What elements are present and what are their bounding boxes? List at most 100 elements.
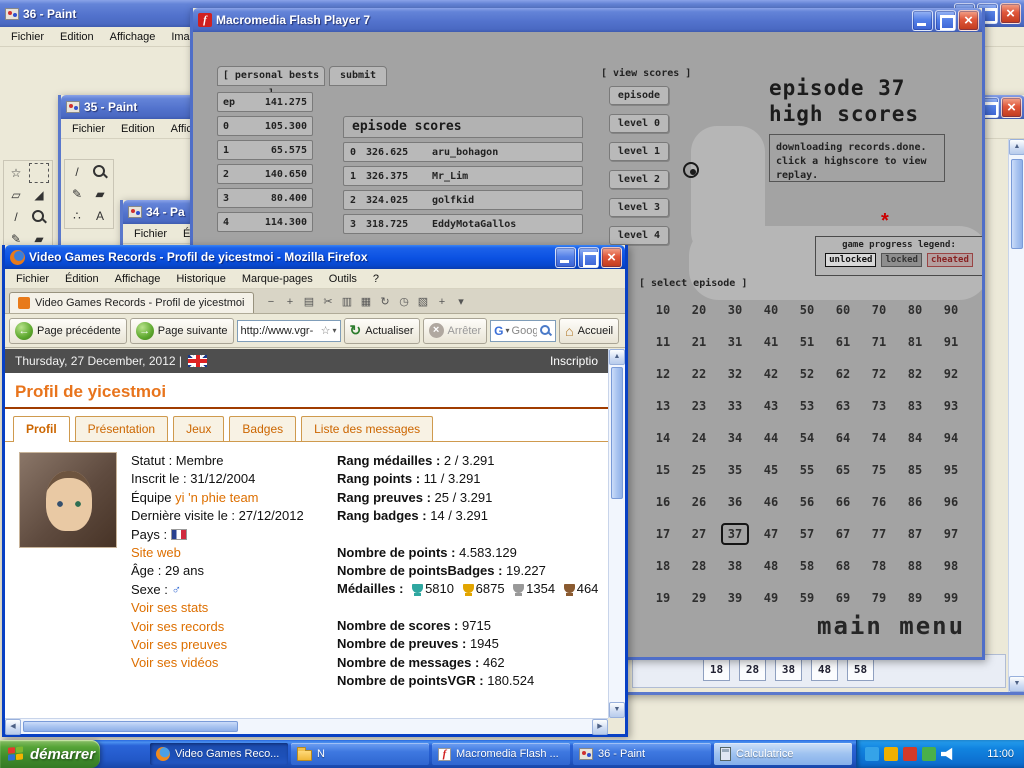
profile-tab-jeux[interactable]: Jeux <box>173 416 224 441</box>
episode-cell-25[interactable]: 25 <box>681 454 717 486</box>
episode-cell-36[interactable]: 36 <box>717 486 753 518</box>
episode-cell-61[interactable]: 61 <box>825 326 861 358</box>
menu-item-dition[interactable]: Édition <box>58 271 106 287</box>
episode-cell-11[interactable]: 11 <box>645 326 681 358</box>
episode-cell-65[interactable]: 65 <box>825 454 861 486</box>
episode-cell-29[interactable]: 29 <box>681 582 717 614</box>
tray-network-icon[interactable] <box>922 747 936 761</box>
view-button-level-4[interactable]: level 4 <box>609 226 669 245</box>
free-select-tool-icon[interactable]: ☆ <box>6 163 26 183</box>
episode-cell-70[interactable]: 70 <box>861 294 897 326</box>
episode-cell-35[interactable]: 35 <box>717 454 753 486</box>
episode-cell-88[interactable]: 88 <box>897 550 933 582</box>
episode-cell-32[interactable]: 32 <box>717 358 753 390</box>
episode-cell-76[interactable]: 76 <box>861 486 897 518</box>
episode-cell-89[interactable]: 89 <box>897 582 933 614</box>
episode-cell-72[interactable]: 72 <box>861 358 897 390</box>
browser-tab[interactable]: Video Games Records - Profil de yicestmo… <box>9 292 254 313</box>
url-dropdown-icon[interactable]: ▾ <box>333 326 337 335</box>
personal-best-row[interactable]: 4114.300 <box>217 212 313 232</box>
bookmark-star-icon[interactable]: ☆ <box>321 324 331 337</box>
episode-cell-94[interactable]: 94 <box>933 422 969 454</box>
menu-item-affichage[interactable]: Affichage <box>103 29 163 45</box>
profile-link-voir-ses-vid-os[interactable]: Voir ses vidéos <box>131 655 218 670</box>
close-button[interactable] <box>1000 3 1021 24</box>
eraser-tool-icon[interactable]: ▱ <box>6 185 26 205</box>
episode-cell-93[interactable]: 93 <box>933 390 969 422</box>
add-icon[interactable]: + <box>283 295 298 310</box>
episode-cell-96[interactable]: 96 <box>933 486 969 518</box>
episode-cell-99[interactable]: 99 <box>933 582 969 614</box>
view-button-level-2[interactable]: level 2 <box>609 170 669 189</box>
tray-updates-icon[interactable] <box>884 747 898 761</box>
url-field[interactable]: http://www.vgr- ☆ ▾ <box>237 320 341 342</box>
episode-cell-45[interactable]: 45 <box>753 454 789 486</box>
scroll-left-button[interactable]: ◀ <box>5 719 21 735</box>
episode-cell-53[interactable]: 53 <box>789 390 825 422</box>
episode-cell-80[interactable]: 80 <box>897 294 933 326</box>
profile-link-yi-n-phie-team[interactable]: yi 'n phie team <box>175 490 258 505</box>
episode-cell-12[interactable]: 12 <box>645 358 681 390</box>
maximize-button[interactable] <box>578 247 599 268</box>
episode-cell-60[interactable]: 60 <box>825 294 861 326</box>
search-magnifier-icon[interactable] <box>539 324 552 337</box>
episode-cell-14[interactable]: 14 <box>645 422 681 454</box>
clipboard-icon[interactable]: ▦ <box>359 295 374 310</box>
new-tab-icon[interactable]: + <box>435 295 450 310</box>
profile-link-site-web[interactable]: Site web <box>131 545 181 560</box>
menu-item-[interactable]: ? <box>366 271 386 287</box>
airbrush-tool-icon[interactable]: ∴ <box>67 206 87 226</box>
episode-cell-75[interactable]: 75 <box>861 454 897 486</box>
magnifier-tool-icon[interactable] <box>29 207 49 227</box>
episode-cell-84[interactable]: 84 <box>897 422 933 454</box>
episode-cell-86[interactable]: 86 <box>897 486 933 518</box>
reload-button[interactable]: ↻ Actualiser <box>344 318 420 344</box>
tray-volume-icon[interactable] <box>941 747 955 761</box>
episode-cell-34[interactable]: 34 <box>717 422 753 454</box>
scroll-up-button[interactable]: ▲ <box>609 349 625 365</box>
forward-button[interactable]: → Page suivante <box>130 318 234 344</box>
episode-cell-56[interactable]: 56 <box>789 486 825 518</box>
scrollbar-thumb[interactable] <box>611 367 623 499</box>
vertical-scrollbar[interactable]: ▲ ▼ <box>1008 139 1024 692</box>
episode-cell-16[interactable]: 16 <box>645 486 681 518</box>
menu-item-outils[interactable]: Outils <box>322 271 364 287</box>
inscription-link[interactable]: Inscriptio <box>550 354 598 368</box>
episode-cell-41[interactable]: 41 <box>753 326 789 358</box>
profile-tab-profil[interactable]: Profil <box>13 416 70 442</box>
cut-icon[interactable]: ✂ <box>321 295 336 310</box>
uk-flag-icon[interactable] <box>188 355 207 367</box>
episode-cell-49[interactable]: 49 <box>753 582 789 614</box>
print-icon[interactable]: ▧ <box>416 295 431 310</box>
episode-cell-15[interactable]: 15 <box>645 454 681 486</box>
episode-cell-64[interactable]: 64 <box>825 422 861 454</box>
menu-item-affichage[interactable]: Affichage <box>108 271 168 287</box>
episode-cell-73[interactable]: 73 <box>861 390 897 422</box>
taskbar-item-macromedia-flash[interactable]: Macromedia Flash ... <box>432 743 570 765</box>
episode-cell-38[interactable]: 38 <box>717 550 753 582</box>
tray-messenger-icon[interactable] <box>865 747 879 761</box>
paste-icon[interactable]: ▤ <box>302 295 317 310</box>
menu-item-fichier[interactable]: Fichier <box>127 226 174 242</box>
episode-cell-46[interactable]: 46 <box>753 486 789 518</box>
episode-cell-91[interactable]: 91 <box>933 326 969 358</box>
episode-cell-37[interactable]: 37 <box>717 518 753 550</box>
episode-score-row[interactable]: 1326.375Mr_Lim <box>343 166 583 186</box>
episode-score-row[interactable]: 0326.625aru_bohagon <box>343 142 583 162</box>
minimize-button[interactable] <box>555 247 576 268</box>
episode-cell-55[interactable]: 55 <box>789 454 825 486</box>
maximize-button[interactable] <box>935 10 956 31</box>
episode-cell-13[interactable]: 13 <box>645 390 681 422</box>
view-button-level-3[interactable]: level 3 <box>609 198 669 217</box>
color-picker-tool-icon[interactable]: / <box>67 162 87 182</box>
episode-cell-54[interactable]: 54 <box>789 422 825 454</box>
episode-cell-97[interactable]: 97 <box>933 518 969 550</box>
episode-cell-23[interactable]: 23 <box>681 390 717 422</box>
personal-best-row[interactable]: 165.575 <box>217 140 313 160</box>
minus-icon[interactable]: − <box>264 295 279 310</box>
close-button[interactable] <box>958 10 979 31</box>
episode-cell-87[interactable]: 87 <box>897 518 933 550</box>
episode-cell-39[interactable]: 39 <box>717 582 753 614</box>
episode-cell-48[interactable]: 48 <box>753 550 789 582</box>
episode-cell-98[interactable]: 98 <box>933 550 969 582</box>
